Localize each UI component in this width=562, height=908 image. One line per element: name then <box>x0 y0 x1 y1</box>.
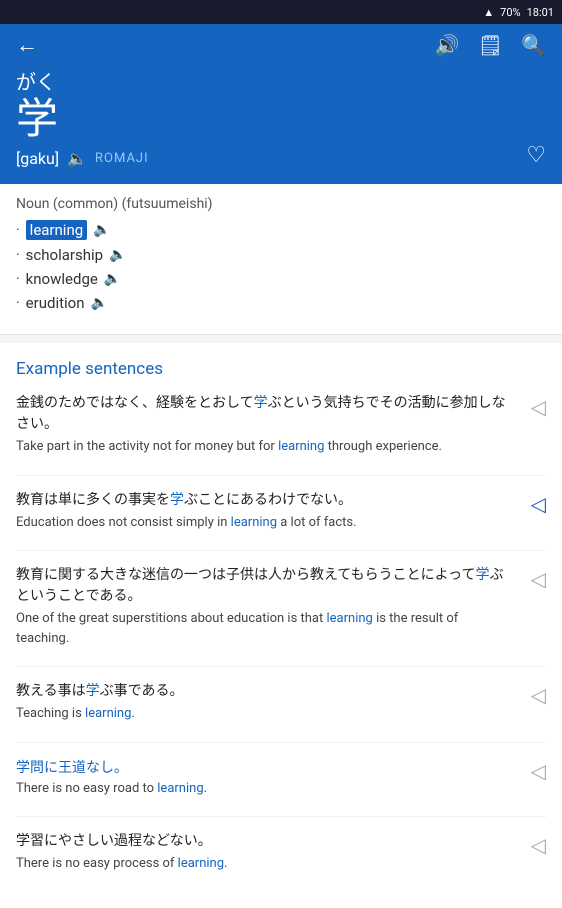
example-jp-1: 教育は単に多くの事実を学ぶことにあるわけでない。 <box>16 490 546 511</box>
status-bar: ▲ 70% 18:01 <box>0 0 562 24</box>
search-button[interactable]: 🔍 <box>521 33 546 57</box>
example-audio-0[interactable]: ◁ <box>531 395 546 419</box>
kanji-link-1: 学 <box>170 492 184 508</box>
learning-link-5[interactable]: learning <box>178 856 224 871</box>
divider-2 <box>16 666 546 667</box>
romaji-sound-button[interactable]: 🔈 <box>67 149 87 168</box>
word-hiragana: がく <box>16 66 546 95</box>
example-jp-standalone-4: 学問に王道なし。 <box>16 757 546 777</box>
learning-link-4[interactable]: learning <box>157 781 203 796</box>
bullet-3: · <box>16 295 20 311</box>
learning-link-0[interactable]: learning <box>278 439 324 454</box>
example-en-4: There is no easy road to learning. <box>16 779 546 799</box>
example-en-0: Take part in the activity not for money … <box>16 437 546 457</box>
def-word-3: erudition <box>26 294 85 312</box>
example-audio-2[interactable]: ◁ <box>531 567 546 591</box>
back-button[interactable]: ← <box>16 32 38 58</box>
def-audio-0[interactable]: 🔈 <box>93 222 110 238</box>
def-word-1: scholarship <box>26 246 103 264</box>
divider-0 <box>16 475 546 476</box>
example-en-5: There is no easy process of learning. <box>16 854 546 874</box>
definitions-section: Noun (common) (futsuumeishi) · learning … <box>0 184 562 335</box>
volume-button[interactable]: 🔊 <box>435 33 460 57</box>
example-block-1: 教育は単に多くの事実を学ぶことにあるわけでない。 Education does … <box>16 490 546 533</box>
example-en-3: Teaching is learning. <box>16 704 546 724</box>
document-button[interactable]: 🗒 <box>478 33 503 57</box>
example-block-0: 金銭のためではなく、経験をとおして学ぶという気持ちでその活動に参加しなさい。 T… <box>16 393 546 457</box>
example-block-2: 教育に関する大きな迷信の一つは子供は人から教えてもらうことによって学ぶということ… <box>16 565 546 648</box>
example-en-1: Education does not consist simply in lea… <box>16 513 546 533</box>
header-icons: 🔊 🗒 🔍 <box>435 33 546 57</box>
part-of-speech: Noun (common) (futsuumeishi) <box>16 196 546 212</box>
example-jp-0: 金銭のためではなく、経験をとおして学ぶという気持ちでその活動に参加しなさい。 <box>16 393 546 435</box>
kanji-link-2: 学 <box>475 567 489 583</box>
battery-label: 70% <box>500 6 520 19</box>
example-jp-3: 教える事は学ぶ事である。 <box>16 681 546 702</box>
bullet-0: · <box>16 222 20 238</box>
example-block-3: 教える事は学ぶ事である。 Teaching is learning. ◁ <box>16 681 546 724</box>
examples-title: Example sentences <box>16 359 546 379</box>
example-jp-2: 教育に関する大きな迷信の一つは子供は人から教えてもらうことによって学ぶということ… <box>16 565 546 607</box>
kanji-link-0: 学 <box>254 395 268 411</box>
romaji-row: [gaku] 🔈 ROMAJI <box>16 149 546 168</box>
def-word-2: knowledge <box>26 270 98 288</box>
kanji-link-3: 学 <box>86 683 100 699</box>
word-kanji: 学 <box>16 99 546 141</box>
divider-4 <box>16 816 546 817</box>
def-audio-3[interactable]: 🔈 <box>90 295 107 311</box>
example-block-5: 学習にやさしい過程などない。 There is no easy process … <box>16 831 546 874</box>
definition-item-2: · knowledge 🔈 <box>16 270 546 288</box>
example-block-4: 学問に王道なし。 There is no easy road to learni… <box>16 757 546 799</box>
favorite-button[interactable]: ♡ <box>526 143 546 168</box>
bullet-1: · <box>16 247 20 263</box>
time-label: 18:01 <box>527 6 554 19</box>
def-audio-1[interactable]: 🔈 <box>109 247 126 263</box>
learning-link-3[interactable]: learning <box>85 706 131 721</box>
example-en-2: One of the great superstitions about edu… <box>16 609 546 648</box>
header-top-bar: ← 🔊 🗒 🔍 <box>16 32 546 58</box>
romaji-label: ROMAJI <box>95 151 149 166</box>
wifi-icon: ▲ <box>483 6 494 19</box>
divider-3 <box>16 742 546 743</box>
definition-item-3: · erudition 🔈 <box>16 294 546 312</box>
example-audio-3[interactable]: ◁ <box>531 683 546 707</box>
definition-item-1: · scholarship 🔈 <box>16 246 546 264</box>
learning-link-2[interactable]: learning <box>326 611 372 626</box>
example-jp-5: 学習にやさしい過程などない。 <box>16 831 546 852</box>
example-audio-1[interactable]: ◁ <box>531 492 546 516</box>
examples-section: Example sentences 金銭のためではなく、経験をとおして学ぶという… <box>0 343 562 908</box>
bullet-2: · <box>16 271 20 287</box>
def-word-0: learning <box>26 220 87 240</box>
header: ← 🔊 🗒 🔍 がく 学 [gaku] 🔈 ROMAJI ♡ <box>0 24 562 184</box>
divider-1 <box>16 550 546 551</box>
example-audio-5[interactable]: ◁ <box>531 833 546 857</box>
romaji-bracket: [gaku] <box>16 149 59 168</box>
example-audio-4[interactable]: ◁ <box>531 759 546 783</box>
def-audio-2[interactable]: 🔈 <box>104 271 121 287</box>
definition-item-0: · learning 🔈 <box>16 220 546 240</box>
learning-link-1[interactable]: learning <box>231 515 277 530</box>
